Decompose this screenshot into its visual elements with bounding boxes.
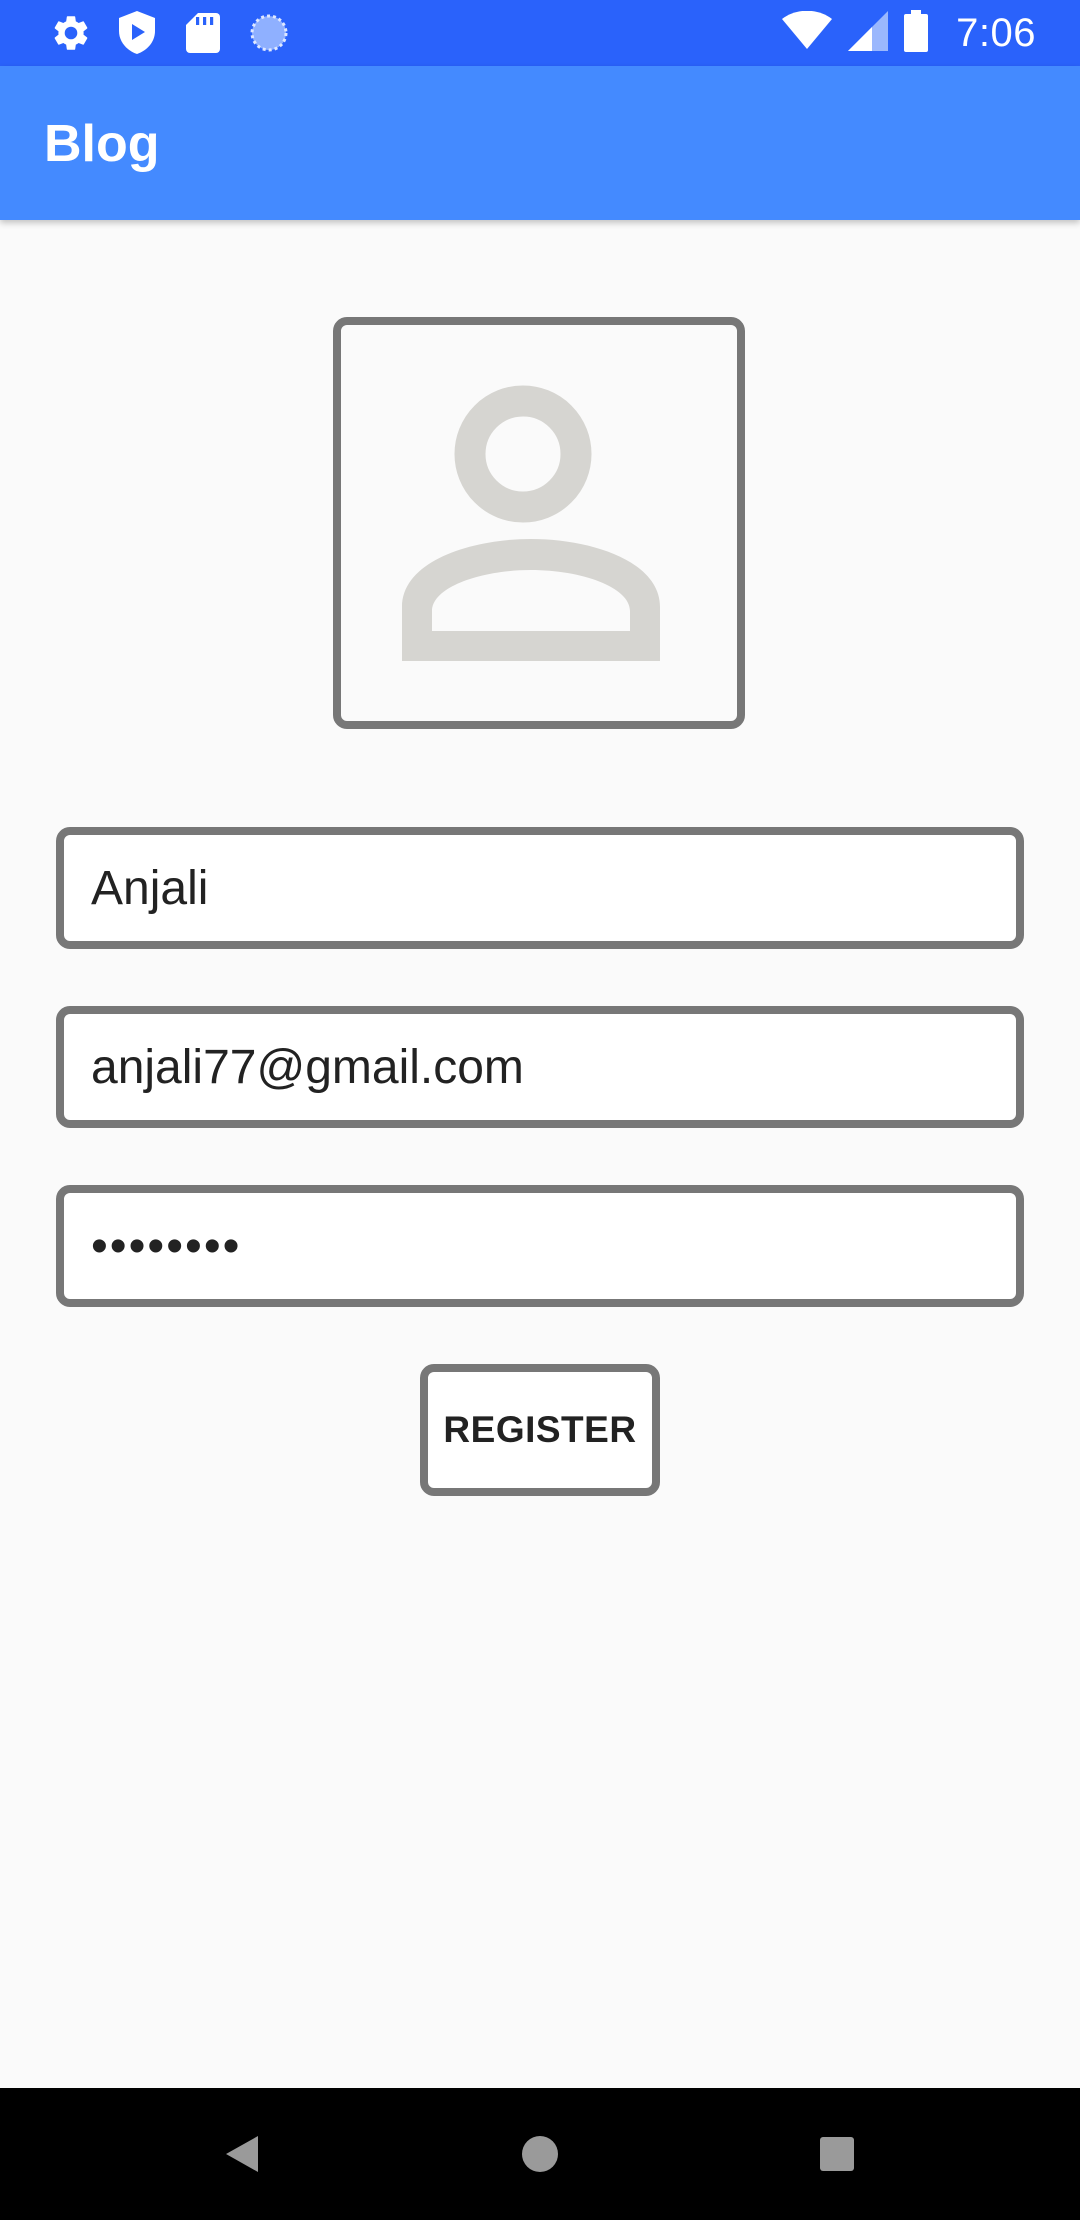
status-time: 7:06 (956, 10, 1036, 55)
sd-card-icon (180, 10, 226, 56)
battery-icon (904, 9, 929, 57)
settings-icon (48, 10, 94, 56)
name-field[interactable] (56, 827, 1024, 949)
status-bar: 7:06 (0, 0, 1080, 66)
cell-signal-icon (848, 10, 889, 56)
navigation-bar (0, 2088, 1080, 2220)
shield-play-icon (114, 10, 160, 56)
sync-circle-icon (246, 10, 292, 56)
back-icon[interactable] (172, 2088, 312, 2220)
home-icon[interactable] (470, 2088, 610, 2220)
recents-icon[interactable] (767, 2088, 907, 2220)
register-button[interactable]: REGISTER (420, 1364, 660, 1496)
email-field[interactable] (56, 1006, 1024, 1128)
status-left-icons (48, 10, 292, 56)
wifi-icon (782, 10, 833, 56)
app-bar: Blog (0, 66, 1080, 220)
profile-image-picker[interactable] (333, 317, 745, 729)
app-title: Blog (44, 115, 160, 173)
person-icon (402, 385, 660, 661)
status-right-icons: 7:06 (782, 8, 1036, 58)
password-field[interactable] (56, 1185, 1024, 1307)
